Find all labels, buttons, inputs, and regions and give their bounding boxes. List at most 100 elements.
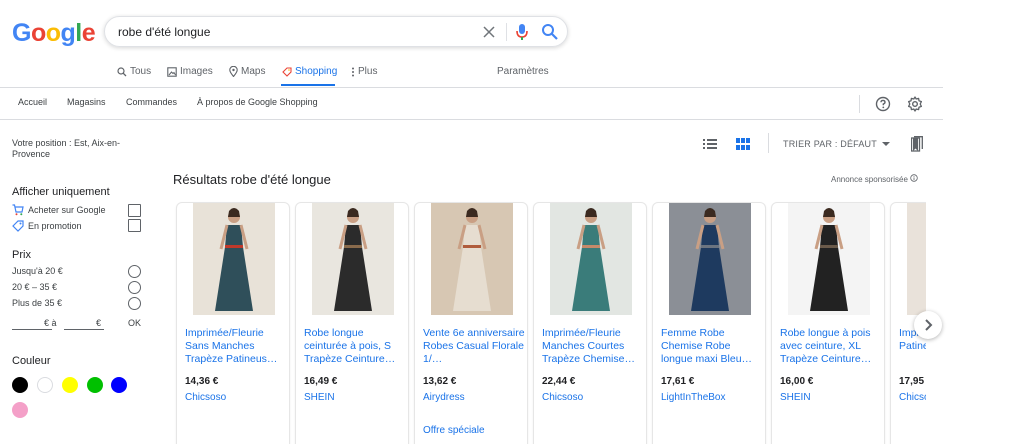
saved-items-icon[interactable]	[911, 136, 923, 152]
sponsored-label[interactable]: Annonce sponsorisée	[831, 174, 918, 184]
tab-maps[interactable]: Maps	[229, 66, 265, 77]
special-offer-link[interactable]: Offre spéciale	[423, 425, 485, 436]
search-icon	[117, 66, 127, 76]
sponsored-text: Annonce sponsorisée	[831, 175, 908, 184]
price-option-label: Jusqu'à 20 €	[12, 266, 63, 276]
sort-dropdown[interactable]: TRIER PAR : DÉFAUT	[783, 139, 891, 149]
product-merchant[interactable]: SHEIN	[780, 392, 811, 403]
color-swatch[interactable]	[111, 377, 127, 393]
product-merchant[interactable]: Chicsoso	[542, 392, 583, 403]
price-max-suffix: €	[96, 318, 102, 328]
radio-price-over-35[interactable]	[128, 297, 141, 310]
price-ok-button[interactable]: OK	[128, 318, 141, 328]
tab-shopping[interactable]: Shopping	[282, 66, 337, 77]
tag-icon	[282, 66, 292, 77]
grid-view-icon[interactable]	[736, 138, 750, 150]
price-heading: Prix	[12, 249, 31, 261]
subnav-accueil[interactable]: Accueil	[18, 97, 47, 107]
subnav-magasins[interactable]: Magasins	[67, 97, 106, 107]
color-swatch[interactable]	[12, 402, 28, 418]
search-divider	[506, 23, 507, 41]
product-image[interactable]	[312, 203, 394, 315]
price-max-input[interactable]	[64, 329, 104, 330]
product-merchant[interactable]: LightInTheBox	[661, 392, 726, 403]
product-title[interactable]: Robe longue ceinturée à pois, S Trapèze …	[304, 327, 406, 366]
product-card[interactable]: Robe longue ceinturée à pois, S Trapèze …	[295, 202, 409, 444]
product-price: 13,62 €	[423, 376, 457, 387]
gear-icon[interactable]	[907, 96, 923, 112]
subnav-commandes[interactable]: Commandes	[126, 97, 177, 107]
product-image[interactable]	[550, 203, 632, 315]
tab-label: Shopping	[295, 66, 338, 77]
tab-tous[interactable]: Tous	[117, 66, 151, 77]
dress-photo-icon	[334, 208, 372, 311]
product-merchant[interactable]: Airydress	[423, 392, 465, 403]
location-text: Votre position : Est, Aix-en-Provence	[12, 138, 121, 159]
chevron-down-icon	[882, 142, 891, 146]
product-merchant[interactable]: Chicsoso	[185, 392, 226, 403]
product-card[interactable]: Imprimée/Fleurie Manches Courtes Trapèze…	[533, 202, 647, 444]
product-price: 14,36 €	[185, 376, 219, 387]
info-icon	[910, 174, 918, 182]
color-swatch[interactable]	[37, 377, 53, 393]
color-heading: Couleur	[12, 355, 51, 367]
help-icon[interactable]	[875, 96, 891, 112]
product-image[interactable]	[431, 203, 513, 315]
product-merchant[interactable]: SHEIN	[304, 392, 335, 403]
settings-link[interactable]: Paramètres	[497, 66, 549, 77]
tab-label: Tous	[130, 66, 152, 77]
clear-icon[interactable]	[483, 22, 497, 43]
filter-label: En promotion	[28, 221, 82, 231]
more-vert-icon	[352, 67, 354, 76]
chevron-right-icon	[925, 319, 933, 331]
product-merchant[interactable]: Chicso	[899, 392, 926, 403]
product-card[interactable]: Vente 6e anniversaire Robes Casual Flora…	[414, 202, 528, 444]
product-image[interactable]	[669, 203, 751, 315]
price-option-label: Plus de 35 €	[12, 298, 63, 308]
search-icon[interactable]	[541, 23, 559, 41]
dress-photo-icon	[907, 203, 926, 315]
radio-price-under-20[interactable]	[128, 265, 141, 278]
product-carousel: Imprimée/Fleurie Sans Manches Trapèze Pa…	[170, 200, 926, 444]
product-price: 22,44 €	[542, 376, 576, 387]
tab-plus[interactable]: Plus	[351, 66, 377, 77]
price-min-input[interactable]	[12, 329, 52, 330]
product-title[interactable]: Imprimée/Fleurie Sans Manches Trapèze Pa…	[185, 327, 287, 366]
cart-icon	[12, 204, 24, 216]
search-input[interactable]: robe d'été longue	[118, 25, 210, 39]
checkbox-buy-on-google[interactable]	[128, 204, 141, 217]
image-icon	[167, 66, 177, 77]
product-card[interactable]: Robe longue à pois avec ceinture, XL Tra…	[771, 202, 885, 444]
color-swatch[interactable]	[87, 377, 103, 393]
results-title: Résultats robe d'été longue	[173, 172, 331, 187]
checkbox-promotion[interactable]	[128, 219, 141, 232]
google-logo[interactable]: Google	[12, 19, 96, 48]
filter-label: Acheter sur Google	[28, 205, 106, 215]
radio-price-20-35[interactable]	[128, 281, 141, 294]
product-card[interactable]: Femme Robe Chemise Robe longue maxi Bleu…	[652, 202, 766, 444]
product-image[interactable]	[907, 203, 926, 315]
dress-photo-icon	[215, 208, 253, 311]
subnav-about[interactable]: À propos de Google Shopping	[197, 97, 318, 107]
product-title[interactable]: Robe longue à pois avec ceinture, XL Tra…	[780, 327, 882, 366]
color-swatch[interactable]	[62, 377, 78, 393]
product-title[interactable]: Vente 6e anniversaire Robes Casual Flora…	[423, 327, 525, 366]
divider	[0, 87, 943, 88]
list-view-icon[interactable]	[703, 138, 717, 150]
tab-images[interactable]: Images	[167, 66, 213, 77]
search-box[interactable]: robe d'été longue	[104, 16, 568, 47]
product-price: 17,61 €	[661, 376, 695, 387]
map-pin-icon	[229, 66, 238, 77]
product-image[interactable]	[788, 203, 870, 315]
mic-icon[interactable]	[515, 23, 529, 41]
product-price: 16,00 €	[780, 376, 814, 387]
promo-tag-icon	[12, 220, 24, 232]
product-image[interactable]	[193, 203, 275, 315]
active-tab-indicator	[281, 84, 335, 86]
product-card[interactable]: Imprimée/Fleurie Sans Manches Trapèze Pa…	[176, 202, 290, 444]
color-swatch[interactable]	[12, 377, 28, 393]
sort-label: TRIER PAR : DÉFAUT	[783, 139, 877, 149]
carousel-next-button[interactable]	[914, 311, 942, 339]
product-title[interactable]: Femme Robe Chemise Robe longue maxi Bleu…	[661, 327, 763, 366]
product-title[interactable]: Imprimée/Fleurie Manches Courtes Trapèze…	[542, 327, 644, 366]
